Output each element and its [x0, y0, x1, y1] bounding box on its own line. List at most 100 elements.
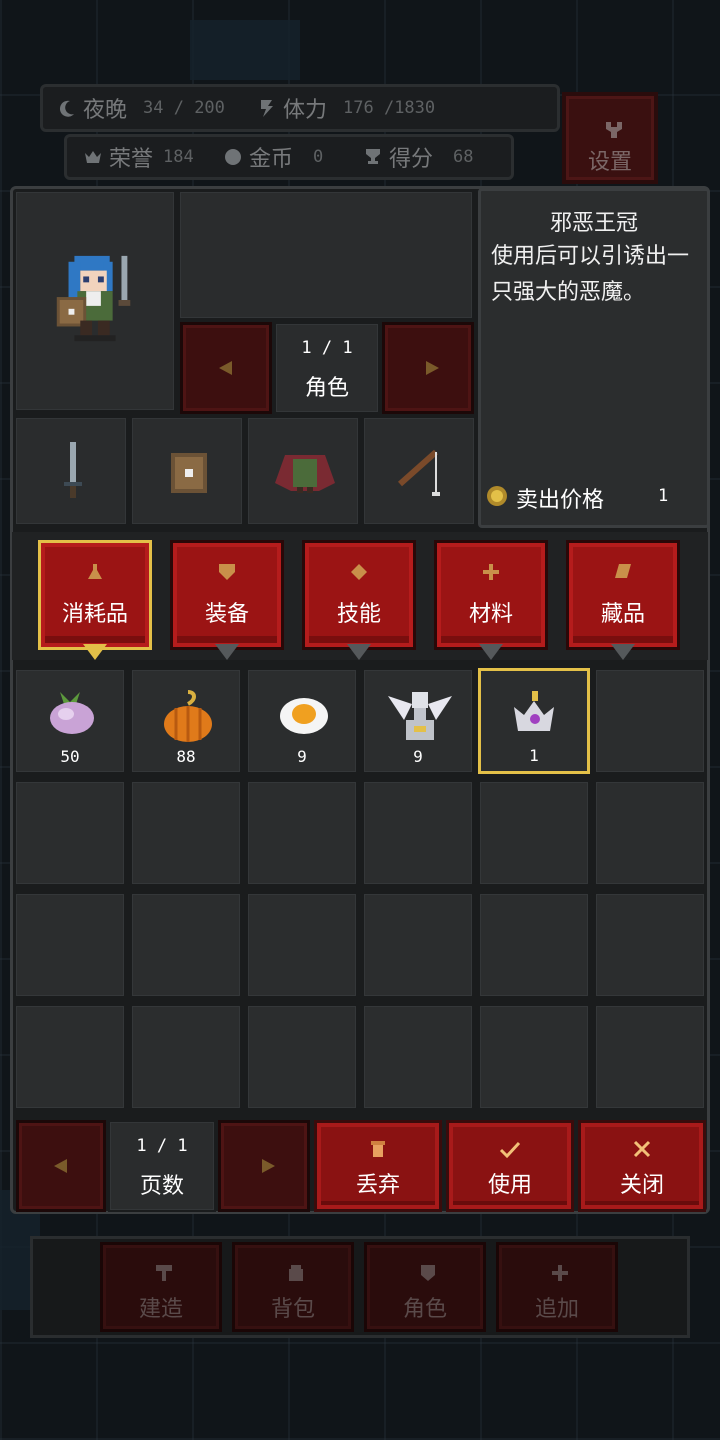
nav-build-button[interactable]: 建造 — [100, 1242, 222, 1332]
settings-button[interactable]: 设置 — [562, 92, 658, 184]
inventory-slot-empty[interactable] — [130, 892, 242, 998]
hud-time-stamina-bar: 夜晚 34 / 200 体力 176 /1830 — [40, 84, 560, 132]
wrench-icon — [606, 122, 622, 138]
page-next-button[interactable] — [218, 1120, 310, 1212]
page-prev-button[interactable] — [16, 1120, 106, 1212]
item-detail-panel: 邪恶王冠 使用后可以引诱出一只强大的恶魔。 — [478, 188, 710, 528]
tab-collectibles-label: 藏品 — [600, 602, 645, 627]
inventory-slot-empty[interactable] — [246, 1004, 358, 1110]
background-tile — [190, 20, 300, 80]
inventory-slot[interactable]: 9 — [362, 668, 474, 774]
close-icon — [633, 1140, 651, 1158]
shield-icon — [219, 564, 235, 580]
character-icon — [421, 1265, 435, 1281]
discard-button[interactable]: 丢弃 — [314, 1120, 442, 1212]
inventory-slot-empty[interactable] — [478, 892, 590, 998]
winged-statue-icon — [388, 692, 452, 740]
arrow-right-icon — [262, 1159, 275, 1173]
checkmark-icon — [499, 1141, 521, 1159]
equipment-slot-weapon[interactable] — [14, 416, 128, 526]
arrow-left-icon — [54, 1159, 67, 1173]
character-prev-button[interactable] — [180, 322, 272, 414]
close-button[interactable]: 关闭 — [578, 1120, 706, 1212]
tab-collectibles[interactable]: 藏品 — [566, 540, 680, 660]
nav-character-button[interactable]: 角色 — [364, 1242, 486, 1332]
tab-skills[interactable]: 技能 — [302, 540, 416, 660]
inventory-slot-empty[interactable] — [130, 780, 242, 886]
inventory-slot-empty[interactable] — [14, 1004, 126, 1110]
inventory-slot-empty[interactable] — [246, 780, 358, 886]
equipment-slot-offhand[interactable] — [130, 416, 244, 526]
honor-label: 荣誉 — [109, 147, 154, 172]
character-next-button[interactable] — [382, 322, 474, 414]
shield-icon — [171, 453, 207, 493]
sword-icon — [64, 442, 82, 498]
inventory-slot-empty[interactable] — [478, 780, 590, 886]
inventory-slot-empty[interactable] — [594, 668, 706, 774]
tab-pointer-icon — [215, 644, 239, 660]
plus-icon — [552, 1265, 568, 1281]
settings-label: 设置 — [587, 150, 632, 175]
tab-consumables[interactable]: 消耗品 — [38, 540, 152, 660]
inventory-slot[interactable]: 50 — [14, 668, 126, 774]
nav-add-label: 追加 — [534, 1297, 579, 1322]
score-value: 68 — [453, 147, 474, 167]
flask-icon — [88, 564, 102, 579]
inventory-page-number: 1 / 1 — [136, 1136, 188, 1156]
tab-pointer-active-icon — [83, 644, 107, 660]
cloak-icon — [275, 455, 335, 493]
nav-bag-label: 背包 — [270, 1297, 315, 1322]
tab-pointer-icon — [479, 644, 503, 660]
inventory-slot-empty[interactable] — [362, 780, 474, 886]
inventory-slot-empty[interactable] — [594, 780, 706, 886]
sparkle-icon — [483, 564, 499, 580]
nav-add-button[interactable]: 追加 — [496, 1242, 618, 1332]
tab-collectibles-face — [566, 540, 680, 650]
inventory-slot[interactable]: 88 — [130, 668, 242, 774]
inventory-slot-empty[interactable] — [14, 892, 126, 998]
inventory-slot-empty[interactable] — [130, 1004, 242, 1110]
arrow-left-icon — [219, 361, 232, 375]
character-portrait — [14, 190, 176, 412]
hud-resources-bar: 荣誉 184 金币 0 得分 68 — [64, 134, 514, 180]
character-sprite — [56, 255, 131, 342]
use-label: 使用 — [487, 1173, 532, 1198]
inventory-pager: 1 / 1 页数 — [108, 1120, 216, 1212]
turnip-icon — [50, 692, 94, 734]
character-page-number: 1 / 1 — [301, 338, 353, 358]
lightning-icon — [261, 100, 273, 117]
character-info-area — [178, 190, 474, 320]
tab-materials-label: 材料 — [468, 602, 513, 627]
honor-value: 184 — [163, 147, 194, 167]
inventory-slot-empty[interactable] — [594, 892, 706, 998]
use-button[interactable]: 使用 — [446, 1120, 574, 1212]
trophy-icon — [366, 149, 380, 164]
inventory-slot-empty[interactable] — [594, 1004, 706, 1110]
item-quantity: 50 — [60, 747, 80, 766]
pumpkin-icon — [164, 690, 212, 742]
moon-icon — [59, 100, 74, 117]
inventory-slot[interactable]: 9 — [246, 668, 358, 774]
tab-equipment[interactable]: 装备 — [170, 540, 284, 660]
diamond-icon — [351, 564, 367, 580]
tab-materials-face — [434, 540, 548, 650]
sell-price-value: 1 — [658, 486, 669, 506]
inventory-slot-empty[interactable] — [14, 780, 126, 886]
tab-consumables-face — [38, 540, 152, 650]
tab-consumables-label: 消耗品 — [61, 602, 128, 627]
equipment-slot-tool[interactable] — [362, 416, 476, 526]
equipment-slot-armor[interactable] — [246, 416, 360, 526]
tab-materials[interactable]: 材料 — [434, 540, 548, 660]
inventory-slot-empty[interactable] — [478, 1004, 590, 1110]
gold-label: 金币 — [249, 147, 294, 172]
sell-price-label: 卖出价格 — [516, 488, 605, 513]
bag-icon — [289, 1265, 303, 1281]
coin-icon — [225, 149, 241, 165]
tab-pointer-icon — [347, 644, 371, 660]
inventory-slot-empty[interactable] — [362, 892, 474, 998]
inventory-slot-empty[interactable] — [246, 892, 358, 998]
character-pager: 1 / 1 角色 — [274, 322, 380, 414]
inventory-slot-empty[interactable] — [362, 1004, 474, 1110]
nav-bag-button[interactable]: 背包 — [232, 1242, 354, 1332]
inventory-slot-selected[interactable]: 1 — [478, 668, 590, 774]
